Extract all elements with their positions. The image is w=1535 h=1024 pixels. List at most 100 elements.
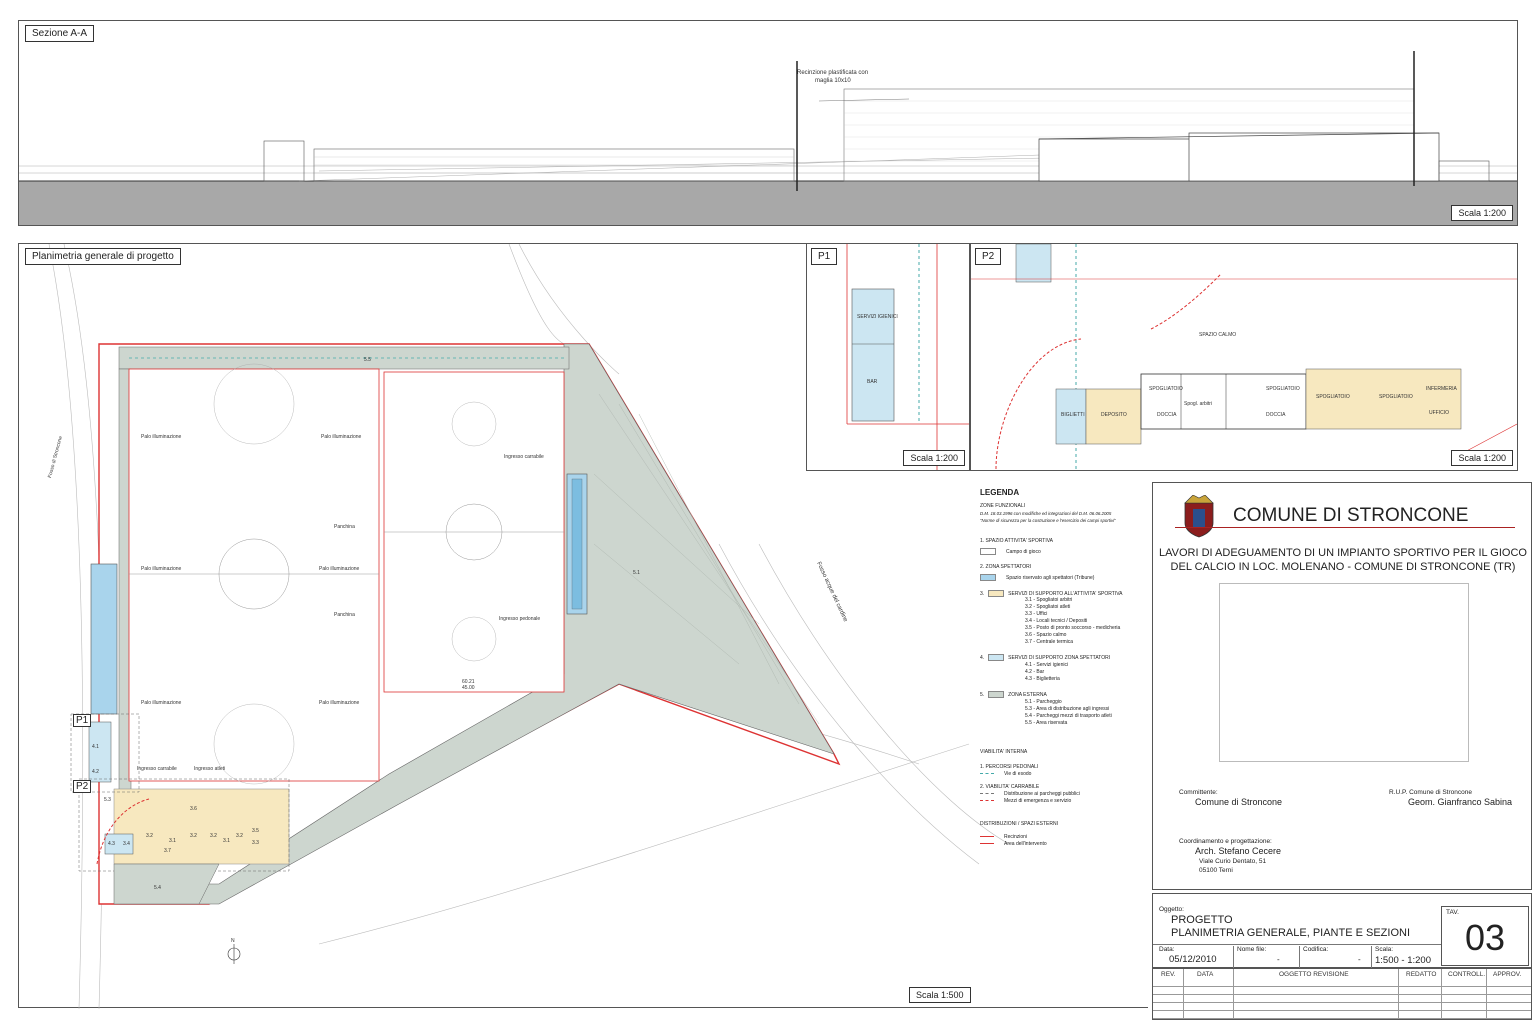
legend-s2-title: 2. ZONA SPETTATORI (980, 563, 1032, 570)
legend-s3-row: 3. SERVIZI DI SUPPORTO ALL'ATTIVITA' SPOR… (980, 589, 1145, 598)
codifica-value: - (1358, 955, 1361, 964)
legend-title: LEGENDA (980, 488, 1020, 497)
legend-ref-2: "Norme di sicurezza per la costruzione e… (980, 518, 1116, 523)
legend-s1-item: Campo di gioco (1006, 548, 1041, 555)
legend-s1-title: 1. SPAZIO ATTIVITA' SPORTIVA (980, 538, 1054, 544)
label-ingresso-pedonale: Ingresso pedonale (499, 616, 541, 622)
legend-s4-items: 4.1 - Servizi igienici 4.2 - Bar 4.3 - B… (980, 662, 1145, 683)
legend-dist-row-1: Recinzioni (980, 834, 1145, 841)
legend-s5-title: ZONA ESTERNA (1008, 692, 1047, 699)
rev-col-line (1183, 969, 1184, 1019)
swatch-parcheggi (980, 793, 994, 795)
p1-title: P1 (811, 248, 838, 265)
p2-spogliatoio-3: SPOGLIATOIO (1316, 394, 1350, 400)
rev-col-line (1441, 969, 1442, 1019)
label-panchina-2: Panchina (334, 612, 355, 618)
rev-col-line (1486, 969, 1487, 1019)
p2-infermeria: INFERMERIA (1426, 386, 1457, 392)
p2-biglietti: BIGLIETTI (1061, 412, 1085, 418)
legend-via-2-item-2: Mezzi di emergenza e servizio (1004, 798, 1072, 805)
legend-via-2-row-1: Distribuzione ai parcheggi pubblici (980, 791, 1145, 798)
nome-value: - (1277, 955, 1280, 964)
legend-dist-1: Recinzioni (1004, 834, 1028, 841)
zone-55: 5.5 (364, 357, 371, 363)
fence-note-1: Recinzione plastificata con (797, 70, 869, 76)
legend-s1-row: Campo di gioco (980, 548, 1145, 556)
label-palo-1: Palo illuminazione (141, 434, 182, 440)
rev-grid (1153, 979, 1531, 1019)
data-value: 05/12/2010 (1169, 954, 1217, 965)
legend: LEGENDA ZONE FUNZIONALI D.M. 18.03.1996 … (980, 488, 1145, 908)
zone-33: 3.3 (252, 840, 259, 846)
legend-s3-item: 3.2 - Spogliatoi atleti (1025, 604, 1071, 611)
legend-s4-row: 4. SERVIZI DI SUPPORTO ZONA SPETTATORI (980, 654, 1145, 662)
nome-label: Nome file: (1233, 946, 1266, 968)
zone-31a: 3.1 (169, 838, 176, 844)
p1-scale: Scala 1:200 (903, 450, 965, 466)
label-palo-5: Palo illuminazione (141, 700, 182, 706)
detail-p2-drawing (971, 244, 1517, 470)
rup-label: R.U.P. Comune di Stroncone (1389, 789, 1472, 796)
legend-s3-items: 3.1 - Spogliatoi arbitri 3.2 - Spogliato… (980, 597, 1145, 646)
p2-spogliatoio-2: SPOGLIATOIO (1266, 386, 1300, 392)
swatch-campo (980, 548, 996, 555)
legend-s5-row: 5. ZONA ESTERNA (980, 691, 1145, 699)
zone-32a: 3.2 (146, 833, 153, 839)
zone-43: 4.3 (108, 841, 115, 847)
swatch-tribune (980, 573, 996, 581)
project-image-frame (1219, 583, 1469, 762)
section-scale: Scala 1:200 (1451, 205, 1513, 221)
legend-via-1: 1. PERCORSI PEDONALI (980, 764, 1039, 771)
zone-42: 4.2 (92, 769, 99, 775)
legend-s3-item: 3.7 - Centrale termica (1025, 639, 1074, 646)
swatch-servizi (988, 589, 1005, 597)
zone-35: 3.5 (252, 828, 259, 834)
zone-37: 3.7 (164, 848, 171, 854)
legend-s3-item: 3.4 - Locali tecnici / Depositi (1025, 618, 1088, 625)
legend-s3-item: 3.5 - Posto di pronto soccorso - mediche… (1025, 625, 1121, 632)
title-divider (1175, 527, 1515, 528)
codifica-label: Codifica: (1299, 946, 1328, 968)
rup-value: Geom. Gianfranco Sabina (1408, 797, 1513, 807)
legend-via-1-item: Vie di esodo (1004, 771, 1032, 778)
rev-col-data: DATA (1197, 971, 1214, 978)
p2-scale: Scala 1:200 (1451, 450, 1513, 466)
legend-via-title: VIABILITA' INTERNA (980, 749, 1028, 756)
legend-s4-item: 4.2 - Bar (1025, 669, 1045, 676)
p2-doccia-1: DOCCIA (1157, 412, 1177, 418)
legend-s3-title: SERVIZI DI SUPPORTO ALL'ATTIVITA' SPORTI… (1008, 590, 1123, 597)
p2-spazio-calmo: SPAZIO CALMO (1199, 332, 1237, 338)
detail-p1-drawing (846, 244, 969, 470)
legend-s5-item: 5.3 - Area di distribuzione agli ingress… (1025, 706, 1110, 713)
section-panel: Sezione A-A Recinzione plastificata con … (18, 20, 1518, 226)
meta-row: Data: 05/12/2010 Nome file: - Codifica: … (1153, 944, 1441, 969)
dim-2: 45.00 (462, 685, 475, 691)
swatch-spettatori (988, 654, 1005, 662)
legend-s5-item: 5.4 - Parcheggi mezzi di trasporto atlet… (1025, 713, 1112, 720)
zone-32b: 3.2 (190, 833, 197, 839)
swatch-esodo (980, 773, 994, 775)
legend-s3-item: 3.6 - Spazio calmo (1025, 632, 1067, 639)
rev-col-line (1398, 969, 1399, 1019)
label-palo-3: Palo illuminazione (141, 566, 182, 572)
p2-deposito: DEPOSITO (1101, 412, 1127, 418)
zone-36: 3.6 (190, 806, 197, 812)
section-title: Sezione A-A (25, 25, 95, 42)
municipality-name: COMUNE DI STRONCONE (1233, 505, 1469, 526)
p2-spogliatoio-1: SPOGLIATOIO (1149, 386, 1183, 392)
address-2: 05100 Terni (1199, 867, 1233, 874)
legend-dist-title: DISTRIBUZIONI / SPAZI ESTERNI (980, 821, 1058, 828)
label-ingresso-atleti: Ingresso atleti (194, 766, 226, 772)
title-block: COMUNE DI STRONCONE LAVORI DI ADEGUAMENT… (1152, 482, 1532, 890)
legend-via-2-item-1: Distribuzione ai parcheggi pubblici (1004, 791, 1080, 798)
rev-col-controll: CONTROLL. (1448, 971, 1486, 978)
legend-dist-row-2: Area dell'intervento (980, 841, 1145, 848)
zone-32c: 3.2 (210, 833, 217, 839)
legend-s4-item: 4.3 - Biglietteria (1025, 676, 1060, 683)
p2-doccia-2: DOCCIA (1266, 412, 1286, 418)
label-palo-6: Palo illuminazione (319, 700, 360, 706)
scala-value: 1:500 - 1:200 (1375, 955, 1431, 966)
legend-s4-num: 4. (980, 655, 985, 662)
rev-col-approv: APPROV. (1493, 971, 1522, 978)
legend-s2-item: Spazio riservato agli spettatori (Tribun… (1006, 574, 1095, 581)
